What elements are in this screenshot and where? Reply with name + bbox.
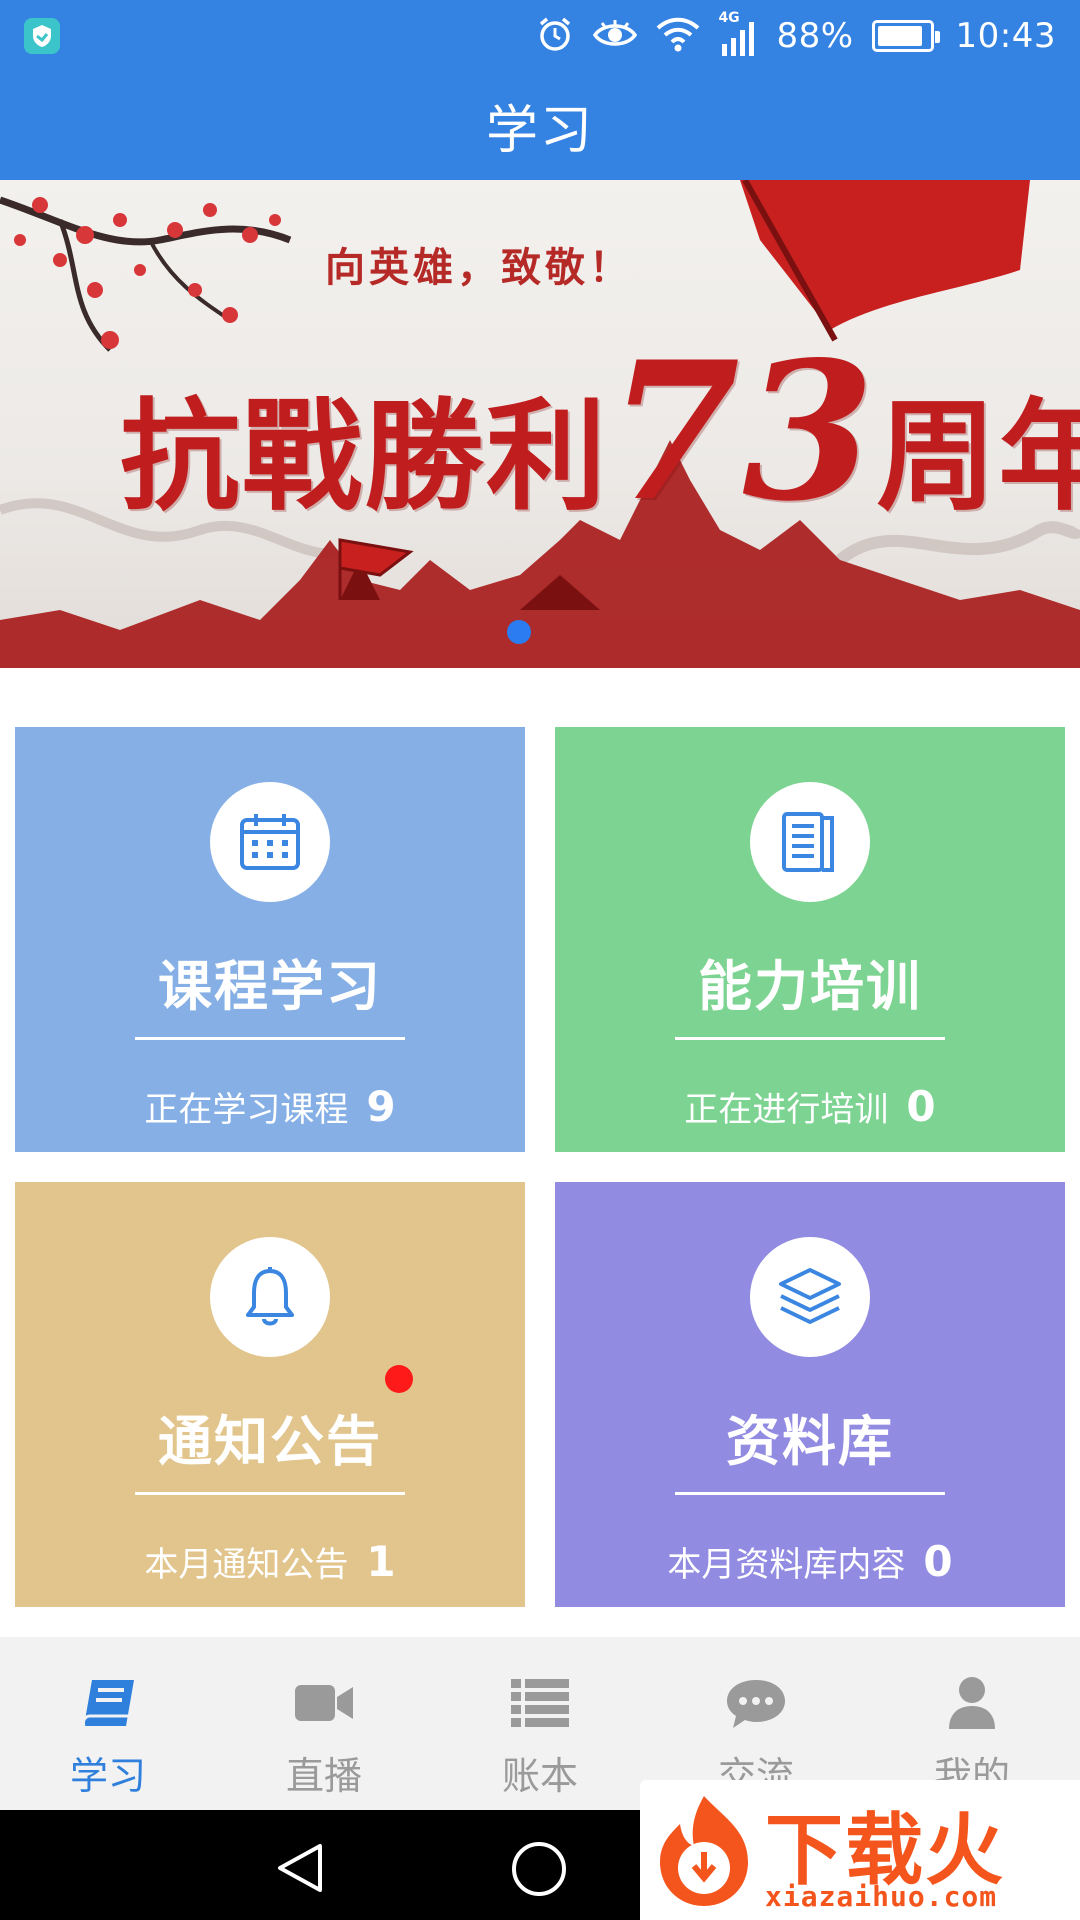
chat-bubble-icon	[725, 1673, 787, 1733]
nav-label: 直播	[285, 1754, 362, 1798]
page-title: 学习	[485, 101, 594, 161]
library-tile[interactable]: 资料库 本月资料库内容 0	[555, 1182, 1065, 1607]
video-camera-icon	[293, 1673, 355, 1733]
banner-subtitle: 向英雄，致敬！	[325, 244, 633, 291]
tile-stat: 本月通知公告 1	[15, 1537, 525, 1586]
tile-stat-label: 本月通知公告	[144, 1545, 349, 1585]
person-icon	[947, 1673, 997, 1733]
tile-stat-label: 正在学习课程	[144, 1090, 349, 1130]
tile-count: 1	[366, 1537, 396, 1586]
wifi-icon	[656, 16, 700, 56]
layers-icon	[750, 1237, 870, 1357]
home-icon[interactable]	[510, 1840, 568, 1902]
document-icon	[750, 782, 870, 902]
battery-fill	[877, 26, 922, 46]
battery-icon	[871, 20, 940, 52]
tile-stat: 正在学习课程 9	[15, 1082, 525, 1131]
tile-stat: 本月资料库内容 0	[555, 1537, 1065, 1586]
unread-indicator	[385, 1365, 413, 1393]
app-bar: 4G 88% 10:43 学习	[0, 0, 1080, 180]
nav-item-study[interactable]: 学习	[0, 1637, 216, 1810]
book-icon	[78, 1673, 138, 1733]
tile-stat-label: 本月资料库内容	[667, 1545, 906, 1585]
nav-item-live[interactable]: 直播	[216, 1637, 432, 1810]
shield-app-icon	[24, 18, 60, 54]
bell-icon	[210, 1237, 330, 1357]
tile-title: 能力培训	[698, 955, 922, 1018]
tile-divider	[135, 1492, 405, 1495]
eye-icon	[592, 17, 638, 55]
tile-divider	[675, 1037, 945, 1040]
banner-headline: 抗戰勝利73周年	[120, 320, 1080, 543]
fire-logo-icon	[660, 1796, 748, 1906]
tile-title: 课程学习	[158, 955, 382, 1018]
signal-icon: 4G	[718, 10, 758, 58]
promo-banner[interactable]: 向英雄，致敬！ 抗戰勝利73周年	[0, 180, 1080, 668]
nav-label: 账本	[501, 1754, 578, 1798]
nav-label: 学习	[69, 1754, 146, 1798]
battery-percent: 88%	[776, 16, 854, 56]
alarm-icon	[536, 15, 574, 57]
tile-title: 资料库	[726, 1410, 894, 1473]
banner-headline-suffix: 周年	[876, 386, 1080, 527]
tile-stat-label: 正在进行培训	[684, 1090, 889, 1130]
banner-headline-prefix: 抗戰勝利	[120, 386, 608, 527]
notice-tile[interactable]: 通知公告 本月通知公告 1	[15, 1182, 525, 1607]
status-time: 10:43	[955, 16, 1056, 56]
list-icon	[509, 1673, 571, 1733]
calendar-icon	[210, 782, 330, 902]
tile-count: 0	[923, 1537, 953, 1586]
tile-count: 0	[906, 1082, 936, 1131]
tile-count: 9	[366, 1082, 396, 1131]
nav-item-ledger[interactable]: 账本	[432, 1637, 648, 1810]
tile-divider	[675, 1492, 945, 1495]
watermark: 下载火 xiazaihuo.com	[640, 1780, 1080, 1920]
watermark-url: xiazaihuo.com	[765, 1880, 998, 1913]
carousel-indicator[interactable]	[507, 620, 531, 644]
course-study-tile[interactable]: 课程学习 正在学习课程 9	[15, 727, 525, 1152]
banner-headline-number: 73	[608, 320, 877, 543]
tile-title: 通知公告	[158, 1410, 382, 1473]
status-bar: 4G 88% 10:43	[0, 0, 1080, 72]
tile-stat: 正在进行培训 0	[555, 1082, 1065, 1131]
skill-training-tile[interactable]: 能力培训 正在进行培训 0	[555, 727, 1065, 1152]
screen: 4G 88% 10:43 学习 向英雄，致敬！ 抗戰勝利73周年 课程学习 正在…	[0, 0, 1080, 1920]
back-icon[interactable]	[272, 1840, 328, 1900]
tile-divider	[135, 1037, 405, 1040]
